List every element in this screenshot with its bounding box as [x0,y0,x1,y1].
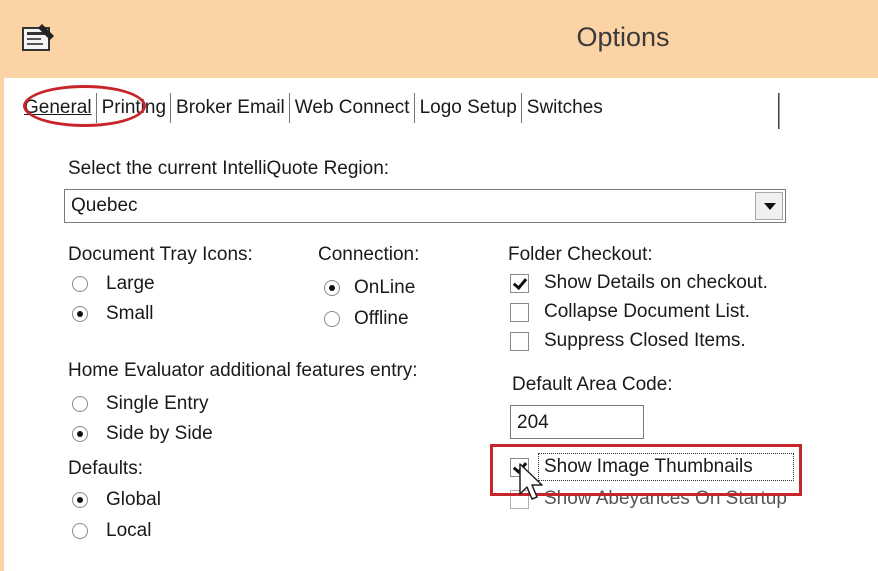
radio-global[interactable] [72,492,88,508]
tab-label: Switches [526,97,603,118]
checkbox-collapse-list[interactable] [510,303,529,322]
radio-side-by-side[interactable] [72,426,88,442]
radio-small[interactable] [72,306,88,322]
area-code-input[interactable]: 204 [510,405,644,439]
radio-online-label[interactable]: OnLine [354,277,415,299]
connection-label: Connection: [318,244,420,265]
radio-small-label[interactable]: Small [106,303,154,325]
tab-broker-email[interactable]: Broker Email [172,90,289,125]
checkbox-suppress-closed[interactable] [510,332,529,351]
radio-side-by-side-label[interactable]: Side by Side [106,423,213,445]
tab-label: Web Connect [294,97,410,118]
radio-online[interactable] [324,280,340,296]
home-evaluator-label: Home Evaluator additional features entry… [68,360,418,381]
checkbox-suppress-closed-label[interactable]: Suppress Closed Items. [544,330,746,352]
title-bar: Options [0,0,878,78]
radio-local-label[interactable]: Local [106,520,151,542]
chevron-down-icon[interactable] [755,192,783,220]
checkbox-show-details[interactable] [510,274,529,293]
folder-checkout-label: Folder Checkout: [508,244,653,265]
tab-label: Broker Email [176,97,285,118]
tab-strip-edge [778,93,780,129]
radio-single-entry-label[interactable]: Single Entry [106,393,208,415]
annotation-circle [23,85,146,127]
radio-large[interactable] [72,276,88,292]
radio-global-label[interactable]: Global [106,489,161,511]
checkbox-collapse-list-label[interactable]: Collapse Document List. [544,301,750,323]
radio-large-label[interactable]: Large [106,273,155,295]
tab-switches[interactable]: Switches [523,90,607,125]
tab-web-connect[interactable]: Web Connect [291,90,414,125]
region-select[interactable]: Quebec [64,189,786,223]
defaults-label: Defaults: [68,458,143,479]
tab-logo-setup[interactable]: Logo Setup [416,90,521,125]
checkbox-show-details-label[interactable]: Show Details on checkout. [544,272,768,294]
radio-offline-label[interactable]: Offline [354,308,409,330]
region-label: Select the current IntelliQuote Region: [68,158,390,179]
tray-icons-label: Document Tray Icons: [68,244,253,265]
tab-label: Logo Setup [419,97,517,118]
radio-local[interactable] [72,523,88,539]
region-select-value: Quebec [71,195,138,216]
radio-offline[interactable] [324,311,340,327]
window-title: Options [576,22,670,52]
radio-single-entry[interactable] [72,396,88,412]
mouse-pointer-icon [519,463,543,500]
area-code-label: Default Area Code: [512,374,673,395]
area-code-value: 204 [517,412,549,433]
